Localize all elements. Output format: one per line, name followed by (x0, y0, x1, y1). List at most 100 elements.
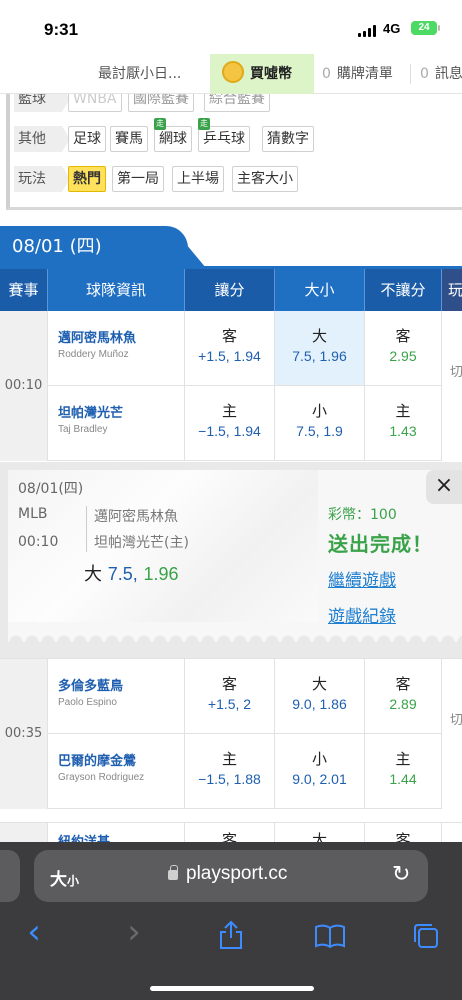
spread-side: 主 (221, 750, 237, 768)
table-header: 賽事 球隊資訊 讓分 大小 不讓分 玩 (0, 269, 462, 311)
previous-tab[interactable] (0, 850, 20, 902)
filter-label-playtype: 玩法 (14, 166, 70, 192)
col-team-info: 球隊資訊 (48, 269, 185, 311)
col-moneyline: 不讓分 (365, 269, 442, 311)
spread-side: 客 (221, 675, 237, 693)
chip-misc-basketball[interactable]: 綜合籃賽 (204, 94, 270, 112)
chip-first-half[interactable]: 上半場 (172, 166, 224, 192)
pitcher-name: Roddery Muñoz (58, 349, 129, 360)
total-value: 7.5, 1.9 (296, 423, 343, 439)
popup-league: MLB (18, 506, 48, 522)
team-home[interactable]: 坦帕灣光芒 Taj Bradley (48, 386, 185, 461)
col-total: 大小 (275, 269, 365, 311)
moneyline-away-cell[interactable]: 客 2.95 (365, 311, 442, 386)
switch-button[interactable]: 切 (442, 361, 462, 380)
team-away[interactable]: 多倫多藍鳥 Paolo Espino (48, 659, 185, 734)
continue-game-link[interactable]: 繼續遊戲 (328, 566, 396, 591)
spread-value: +1.5, 2 (207, 696, 252, 712)
ticket-edge (8, 622, 462, 642)
switch-button[interactable]: 切 (442, 709, 462, 728)
moneyline-home-cell[interactable]: 主 1.43 (365, 386, 442, 461)
game-row: 00:10 邁阿密馬林魚 Roddery Muñoz 坦帕灣光芒 Taj Bra… (0, 311, 462, 461)
pitcher-name: Grayson Rodriguez (58, 772, 145, 783)
pick-value: 7.5, (107, 564, 138, 584)
tab-messages[interactable]: 0 訊息 (420, 54, 462, 94)
tab-buy-coin[interactable]: 買噓幣 (210, 54, 314, 94)
pitcher-name: Paolo Espino (58, 697, 117, 708)
popup-date: 08/01(四) (18, 481, 84, 497)
moneyline-side: 主 (395, 750, 411, 768)
team-name: 坦帕灣光芒 (58, 406, 124, 421)
chip-home-away-total[interactable]: 主客大小 (232, 166, 298, 192)
moneyline-value: 2.89 (389, 696, 417, 712)
tab-cart[interactable]: 0 購牌清單 (322, 54, 410, 94)
game-time: 00:35 (0, 659, 48, 809)
text-size-small: 小 (67, 874, 80, 888)
total-value: 7.5, 1.96 (292, 348, 347, 364)
total-over-cell[interactable]: 大 9.0, 1.86 (275, 659, 365, 734)
chip-first-inning[interactable]: 第一局 (112, 166, 164, 192)
chip-intl-basketball[interactable]: 國際籃賽 (128, 94, 194, 112)
team-name: 巴爾的摩金鶯 (58, 754, 137, 769)
chip-soccer[interactable]: 足球 (68, 126, 106, 152)
filter-panel: 籃球 WNBA 國際籃賽 綜合籃賽 其他 足球 賽馬 網球 走 乒乓球 走 猜數… (6, 94, 462, 210)
bookmarks-icon[interactable] (314, 924, 346, 948)
url-text: playsport.cc (186, 863, 288, 884)
spread-value: −1.5, 1.94 (198, 423, 261, 439)
text-size-large: 大 (50, 870, 67, 890)
col-event: 賽事 (0, 269, 48, 311)
total-value: 9.0, 1.86 (292, 696, 347, 712)
popup-coins: 彩幣：100 (328, 507, 397, 523)
moneyline-value: 2.95 (389, 348, 417, 364)
total-over-cell[interactable]: 大 7.5, 1.96 (275, 311, 365, 386)
total-under-cell[interactable]: 小 9.0, 2.01 (275, 734, 365, 809)
team-away[interactable]: 邁阿密馬林魚 Roddery Muñoz (48, 311, 185, 386)
team-name: 邁阿密馬林魚 (58, 331, 137, 346)
messages-count: 0 (420, 66, 429, 82)
status-time: 9:31 (44, 20, 79, 39)
chip-horse[interactable]: 賽馬 (110, 126, 148, 152)
moneyline-away-cell[interactable]: 客 2.89 (365, 659, 442, 734)
pick-odds: 1.96 (143, 564, 179, 584)
chip-guess-number[interactable]: 猜數字 (262, 126, 314, 152)
tab-messages-label: 訊息 (434, 66, 462, 82)
reload-icon[interactable]: ↻ (392, 862, 410, 887)
cart-count: 0 (322, 66, 331, 82)
spread-away-cell[interactable]: 客 +1.5, 1.94 (185, 311, 275, 386)
filter-label-basketball: 籃球 (14, 94, 70, 112)
total-under-cell[interactable]: 小 7.5, 1.9 (275, 386, 365, 461)
pick-label: 大 (84, 564, 102, 585)
spread-home-cell[interactable]: 主 −1.5, 1.88 (185, 734, 275, 809)
tab-buy-coin-label: 買噓幣 (250, 66, 292, 82)
tab-article[interactable]: 最討厭小日... (98, 54, 202, 94)
col-spread: 讓分 (185, 269, 275, 311)
filter-label-other: 其他 (14, 126, 70, 152)
coin-icon (222, 61, 244, 83)
filter-row-other: 其他 足球 賽馬 網球 走 乒乓球 走 猜數字 (10, 118, 462, 152)
address-bar[interactable]: 大小 playsport.cc ↻ (34, 850, 428, 902)
spread-home-cell[interactable]: 主 −1.5, 1.94 (185, 386, 275, 461)
divider (410, 64, 411, 84)
game-row: 00:35 多倫多藍鳥 Paolo Espino 巴爾的摩金鶯 Grayson … (0, 658, 462, 809)
moneyline-home-cell[interactable]: 主 1.44 (365, 734, 442, 809)
popup-pick: 大 7.5, 1.96 (84, 560, 179, 586)
game-time: 00:10 (0, 311, 48, 461)
back-icon[interactable]: ‹ (14, 912, 54, 952)
chip-wnba[interactable]: WNBA (68, 94, 122, 112)
close-icon[interactable]: × (426, 470, 462, 504)
date-banner: 08/01 (四) (0, 226, 188, 268)
spread-value: +1.5, 1.94 (198, 348, 261, 364)
team-name: 多倫多藍鳥 (58, 679, 124, 694)
col-play[interactable]: 玩 (442, 269, 462, 311)
status-bar: 9:31 4G 24 (0, 0, 462, 54)
live-badge: 走 (198, 118, 210, 130)
tabs-icon[interactable] (412, 922, 440, 950)
spread-away-cell[interactable]: 客 +1.5, 2 (185, 659, 275, 734)
share-icon[interactable] (218, 920, 244, 950)
text-size-button[interactable]: 大小 (50, 865, 79, 890)
chip-hot[interactable]: 熱門 (68, 166, 106, 192)
battery-icon: 24 (411, 21, 437, 35)
forward-icon[interactable]: › (114, 912, 154, 952)
team-home[interactable]: 巴爾的摩金鶯 Grayson Rodriguez (48, 734, 185, 809)
total-side: 小 (311, 402, 327, 420)
